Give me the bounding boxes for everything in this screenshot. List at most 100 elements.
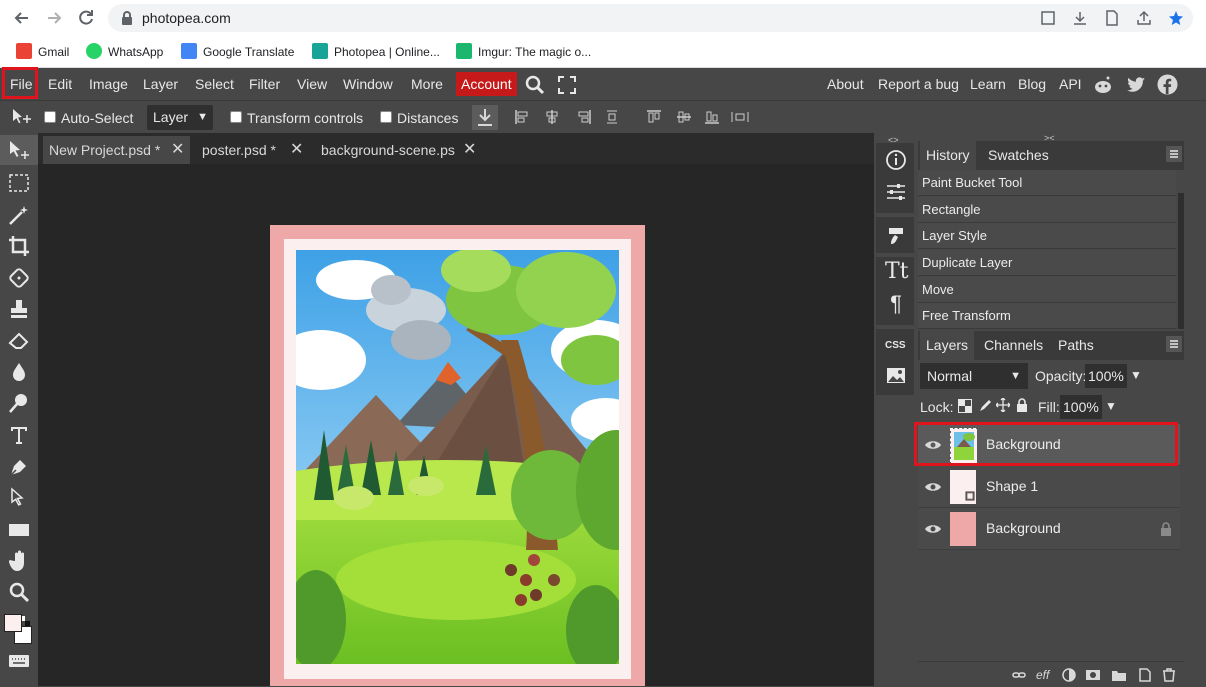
install-icon[interactable] <box>1072 10 1088 26</box>
magic-wand-icon[interactable] <box>7 203 31 227</box>
search-icon[interactable] <box>524 74 546 96</box>
history-item[interactable]: Free Transform <box>918 303 1176 329</box>
blend-mode-select[interactable]: Normal ▼ <box>920 363 1028 389</box>
page-icon[interactable] <box>1104 10 1120 26</box>
history-item[interactable]: Layer Style <box>918 223 1176 249</box>
align-left-icon[interactable] <box>514 109 530 125</box>
twitter-icon[interactable] <box>1126 75 1146 95</box>
move-tool-icon[interactable] <box>7 139 31 163</box>
menu-view[interactable]: View <box>297 75 327 93</box>
link-about[interactable]: About <box>827 75 864 93</box>
lock-icon[interactable] <box>1160 522 1172 536</box>
marquee-tool-icon[interactable] <box>7 171 31 195</box>
move-tool-icon[interactable] <box>10 107 34 127</box>
link-blog[interactable]: Blog <box>1018 75 1046 93</box>
panel-menu-icon[interactable] <box>1166 336 1182 352</box>
fill-dropdown-icon[interactable]: ▼ <box>1105 399 1117 413</box>
document-canvas[interactable] <box>270 225 645 686</box>
history-scrollbar[interactable] <box>1178 193 1184 329</box>
tab-swatches[interactable]: Swatches <box>982 141 1055 170</box>
tab-search-icon[interactable] <box>1040 10 1056 26</box>
adjustment-layer-icon[interactable] <box>1062 668 1076 682</box>
tab-layers[interactable]: Layers <box>920 331 975 360</box>
zoom-tool-icon[interactable] <box>7 580 31 604</box>
eye-icon[interactable] <box>924 521 942 537</box>
history-item[interactable]: Rectangle <box>918 197 1176 223</box>
lock-pixels-icon[interactable] <box>978 398 992 412</box>
transform-controls-checkbox[interactable] <box>230 111 242 123</box>
color-swatches[interactable] <box>4 612 32 646</box>
address-bar[interactable]: photopea.com <box>108 4 1193 32</box>
distribute-horizontal-icon[interactable] <box>730 109 750 125</box>
layer-row-shape-1[interactable]: Shape 1 <box>918 466 1180 508</box>
link-learn[interactable]: Learn <box>970 75 1006 93</box>
paragraph-icon[interactable]: ¶ <box>885 293 907 315</box>
crop-tool-icon[interactable] <box>7 234 31 258</box>
align-top-icon[interactable] <box>646 109 662 125</box>
character-icon[interactable]: Tt <box>885 261 909 283</box>
menu-window[interactable]: Window <box>343 75 393 93</box>
auto-select-target-select[interactable]: Layer ▼ <box>147 105 213 130</box>
doc-tab-poster[interactable]: poster.psd * ✕ <box>196 136 306 164</box>
clone-stamp-icon[interactable] <box>7 297 31 321</box>
info-icon[interactable] <box>885 149 907 171</box>
bookmark-photopea[interactable]: Photopea | Online... <box>312 42 440 62</box>
bookmark-star-icon[interactable] <box>1168 10 1184 26</box>
bookmark-whatsapp[interactable]: WhatsApp <box>86 42 163 62</box>
type-tool-icon[interactable] <box>7 423 31 447</box>
history-item[interactable]: Move <box>918 277 1176 303</box>
panel-menu-icon[interactable] <box>1166 146 1182 162</box>
css-icon[interactable]: CSS <box>885 335 907 357</box>
close-icon[interactable]: ✕ <box>463 136 476 164</box>
link-api[interactable]: API <box>1059 75 1082 93</box>
dodge-tool-icon[interactable] <box>7 391 31 415</box>
fill-input[interactable]: 100% <box>1060 395 1102 419</box>
align-middle-icon[interactable] <box>676 109 692 125</box>
align-right-icon[interactable] <box>576 109 592 125</box>
align-bottom-icon[interactable] <box>704 109 720 125</box>
opacity-input[interactable]: 100% <box>1085 364 1127 388</box>
new-group-icon[interactable] <box>1112 668 1126 682</box>
back-icon[interactable] <box>12 8 32 28</box>
bookmark-imgur[interactable]: Imgur: The magic o... <box>456 42 591 62</box>
pen-tool-icon[interactable] <box>7 455 31 479</box>
history-item[interactable]: Paint Bucket Tool <box>918 170 1176 196</box>
reddit-icon[interactable] <box>1093 75 1113 95</box>
distribute-vertical-icon[interactable] <box>604 109 620 125</box>
bookmark-gmail[interactable]: Gmail <box>16 42 69 62</box>
lock-position-icon[interactable] <box>995 397 1011 413</box>
close-icon[interactable]: ✕ <box>290 136 303 164</box>
brush-settings-icon[interactable] <box>885 224 907 246</box>
rectangle-tool-icon[interactable] <box>7 518 31 542</box>
link-report-bug[interactable]: Report a bug <box>878 75 959 93</box>
menu-image[interactable]: Image <box>89 75 128 93</box>
bookmark-google-translate[interactable]: Google Translate <box>181 42 294 62</box>
tab-paths[interactable]: Paths <box>1052 331 1100 360</box>
download-button[interactable] <box>472 105 498 130</box>
menu-edit[interactable]: Edit <box>48 75 72 93</box>
blur-tool-icon[interactable] <box>7 360 31 384</box>
lock-all-icon[interactable] <box>1016 398 1028 412</box>
menu-layer[interactable]: Layer <box>143 75 178 93</box>
history-item[interactable]: Duplicate Layer <box>918 250 1176 276</box>
keyboard-icon[interactable] <box>8 654 30 668</box>
tab-channels[interactable]: Channels <box>978 331 1049 360</box>
link-layers-icon[interactable] <box>1012 668 1026 682</box>
eye-icon[interactable] <box>924 479 942 495</box>
align-center-icon[interactable] <box>544 109 560 125</box>
tab-history[interactable]: History <box>920 141 976 170</box>
hand-tool-icon[interactable] <box>7 549 31 573</box>
eraser-tool-icon[interactable] <box>7 329 31 353</box>
close-icon[interactable]: ✕ <box>171 136 184 164</box>
layer-mask-icon[interactable] <box>1086 668 1100 682</box>
doc-tab-new-project[interactable]: New Project.psd * ✕ <box>43 136 190 164</box>
distances-checkbox[interactable] <box>380 111 392 123</box>
menu-filter[interactable]: Filter <box>249 75 280 93</box>
reload-icon[interactable] <box>76 8 96 28</box>
foreground-color-swatch[interactable] <box>4 614 22 632</box>
facebook-icon[interactable] <box>1157 74 1178 95</box>
adjustments-icon[interactable] <box>885 181 907 203</box>
share-icon[interactable] <box>1136 10 1152 26</box>
menu-more[interactable]: More <box>411 75 443 93</box>
layer-row-background[interactable]: Background <box>918 508 1180 550</box>
